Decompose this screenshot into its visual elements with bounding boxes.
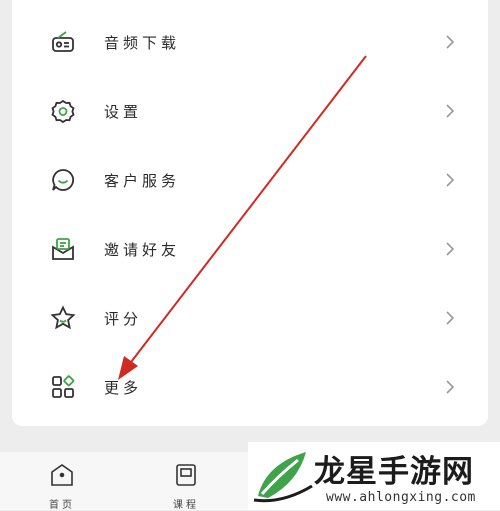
menu-item-label: 客户服务 [104, 171, 181, 190]
menu-item-label: 邀请好友 [104, 240, 181, 259]
menu-item-label: 评分 [104, 309, 143, 328]
chevron-right-icon [442, 310, 458, 326]
gear-icon [50, 98, 76, 124]
menu-item-label: 更多 [104, 378, 143, 397]
menu-item-rating[interactable]: 评分 [12, 288, 488, 348]
grid-more-icon [50, 374, 76, 400]
book-icon [173, 462, 199, 488]
menu-card: 音频下载 设置 客户服务 邀请好友 评分 更多 [12, 0, 488, 426]
chevron-right-icon [442, 172, 458, 188]
menu-item-more[interactable]: 更多 [12, 357, 488, 417]
chevron-right-icon [442, 241, 458, 257]
chevron-right-icon [442, 103, 458, 119]
menu-item-invite-friends[interactable]: 邀请好友 [12, 219, 488, 279]
leaf-logo-icon [252, 446, 316, 506]
chat-smile-icon [50, 167, 76, 193]
tab-home[interactable]: 首页 [32, 452, 92, 511]
watermark-title: 龙星手游网 [314, 454, 474, 490]
menu-item-audio-download[interactable]: 音频下载 [12, 12, 488, 72]
star-icon [50, 305, 76, 331]
chevron-right-icon [442, 379, 458, 395]
home-icon [49, 462, 75, 488]
site-watermark: 龙星手游网 www.ahlongxing.com [248, 442, 500, 510]
menu-item-label: 音频下载 [104, 33, 181, 52]
envelope-invite-icon [50, 236, 76, 262]
menu-item-label: 设置 [104, 102, 143, 121]
tab-label: 课程 [173, 500, 199, 511]
chevron-right-icon [442, 34, 458, 50]
tab-label: 首页 [49, 500, 75, 511]
watermark-url: www.ahlongxing.com [326, 490, 476, 505]
tab-courses[interactable]: 课程 [156, 452, 216, 511]
menu-item-customer-service[interactable]: 客户服务 [12, 150, 488, 210]
menu-item-settings[interactable]: 设置 [12, 81, 488, 141]
radio-icon [50, 29, 76, 55]
